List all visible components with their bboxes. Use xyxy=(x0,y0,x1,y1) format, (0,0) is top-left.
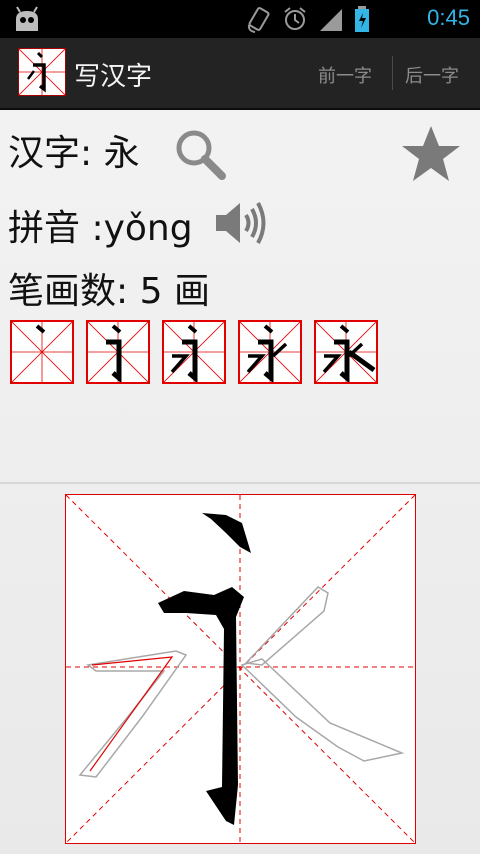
stroke-step-1[interactable] xyxy=(10,320,74,384)
guide-stroke-right-up xyxy=(244,586,329,666)
clock-time: 0:45 xyxy=(427,5,470,30)
stroke-step-5[interactable] xyxy=(314,320,378,384)
guide-stroke-right-down xyxy=(240,658,405,762)
stroke-order-row xyxy=(10,320,378,384)
app-logo-icon[interactable] xyxy=(18,48,66,96)
alarm-icon xyxy=(282,5,308,37)
status-bar: 0:45 xyxy=(0,0,480,38)
android-icon xyxy=(12,5,42,37)
pinyin-line: 拼音 :yǒng xyxy=(8,199,193,251)
stroke-step-4[interactable] xyxy=(238,320,302,384)
stroke-step-3[interactable] xyxy=(162,320,226,384)
char-label: 汉字: xyxy=(8,133,93,174)
speaker-icon[interactable] xyxy=(212,198,268,252)
char-value: 永 xyxy=(103,133,140,174)
prev-char-button[interactable]: 前一字 xyxy=(318,62,372,88)
strokes-unit: 画 xyxy=(173,271,210,312)
next-char-button[interactable]: 后一字 xyxy=(405,62,459,88)
writing-canvas[interactable] xyxy=(65,494,416,844)
stroke-step-2[interactable] xyxy=(86,320,150,384)
pinyin-value: yǒng xyxy=(103,208,193,249)
guide-stroke-left-red xyxy=(89,656,174,772)
action-bar: 写汉字 前一字 后一字 xyxy=(0,38,480,110)
char-line: 汉字: 永 xyxy=(8,124,140,176)
stroke-dot xyxy=(202,513,251,553)
pinyin-label: 拼音 : xyxy=(8,208,104,249)
strokes-label: 笔画数: xyxy=(8,271,129,312)
favorite-star-icon[interactable] xyxy=(400,124,462,188)
signal-icon xyxy=(318,5,344,37)
action-divider xyxy=(392,56,393,90)
battery-icon xyxy=(354,5,370,37)
search-icon[interactable] xyxy=(172,126,228,186)
app-title: 写汉字 xyxy=(74,62,153,92)
strokes-count: 5 xyxy=(139,271,163,312)
rotate-icon xyxy=(246,5,272,37)
section-divider xyxy=(0,482,480,484)
guide-stroke-left xyxy=(78,650,188,778)
stroke-hook xyxy=(158,587,244,825)
strokes-line: 笔画数: 5 画 xyxy=(8,262,210,314)
